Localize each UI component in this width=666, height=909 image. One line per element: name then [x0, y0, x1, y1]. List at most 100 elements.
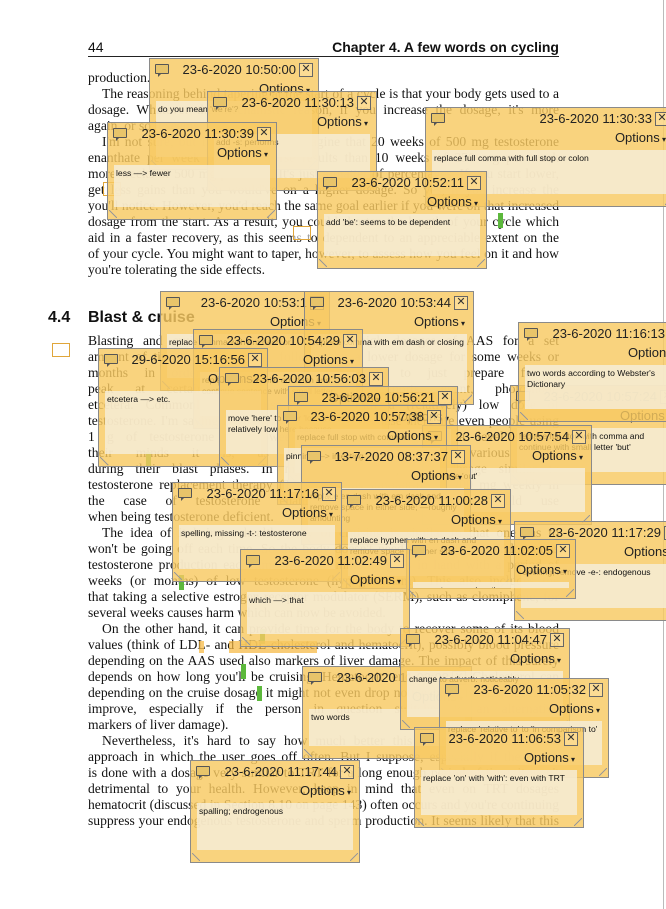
annotation-timestamp: 23-6-2020 10:57:54 [455, 429, 569, 444]
annotation-popup[interactable]: 23-6-2020 10:52:11 ✕ Options add 'be': s… [317, 171, 487, 269]
resize-handle[interactable] [464, 395, 472, 403]
options-dropdown[interactable]: Options [350, 572, 401, 587]
comment-icon [294, 392, 308, 405]
annotation-comment[interactable]: add 'be': seems to be dependent [324, 214, 480, 256]
close-icon[interactable]: ✕ [343, 334, 357, 348]
close-icon[interactable]: ✕ [322, 487, 336, 501]
resize-handle[interactable] [566, 589, 574, 597]
resize-handle[interactable] [174, 572, 182, 580]
options-dropdown[interactable]: Options [549, 701, 600, 716]
resize-handle[interactable] [520, 412, 528, 420]
close-icon[interactable]: ✕ [340, 765, 354, 779]
resize-handle[interactable] [304, 749, 312, 757]
options-dropdown[interactable]: Options [317, 114, 368, 129]
chapter-title: Chapter 4. A few words on cycling [332, 39, 559, 55]
annotation-popup[interactable]: 23-6-2020 11:06:53 ✕ Options replace 'on… [414, 727, 584, 828]
annotation-popup[interactable]: 23-6-2020 11:17:44 ✕ Options spalling; e… [190, 760, 360, 863]
note-icon[interactable] [52, 343, 70, 357]
resize-handle[interactable] [109, 210, 117, 218]
annotation-popup[interactable]: 23-6-2020 11:02:05 ✕ Options concert —> … [406, 539, 576, 599]
close-icon[interactable]: ✕ [427, 410, 441, 424]
options-dropdown[interactable]: Options [451, 512, 502, 527]
resize-handle[interactable] [350, 853, 358, 861]
header-rule [88, 56, 559, 57]
options-dropdown[interactable]: Options [628, 345, 666, 360]
close-icon[interactable]: ✕ [454, 296, 468, 310]
annotation-timestamp: 23-6-2020 11:16:13 [552, 326, 665, 341]
annotation-comment[interactable]: concert —> conjunction [413, 582, 569, 588]
close-icon[interactable]: ✕ [299, 63, 313, 77]
options-dropdown[interactable]: Options [411, 468, 462, 483]
close-icon[interactable]: ✕ [467, 176, 481, 190]
options-dropdown[interactable]: Options [217, 145, 268, 160]
annotation-comment[interactable]: which —> that [247, 592, 403, 634]
options-dropdown[interactable]: Options [532, 448, 583, 463]
annotation-timestamp: 23-6-2020 11:17:44 [224, 764, 337, 779]
close-icon[interactable]: ✕ [550, 633, 564, 647]
options-dropdown[interactable]: Options [303, 352, 354, 367]
comment-icon [347, 495, 361, 508]
close-icon[interactable]: ✕ [572, 430, 586, 444]
resize-handle[interactable] [402, 720, 410, 728]
annotation-timestamp: 23-6-2020 11:30:33 [539, 111, 652, 126]
options-dropdown[interactable]: Options [615, 130, 666, 145]
close-icon[interactable]: ✕ [357, 96, 371, 110]
close-icon[interactable]: ✕ [390, 554, 404, 568]
close-icon[interactable]: ✕ [655, 112, 666, 126]
resize-handle[interactable] [574, 818, 582, 826]
comment-icon [307, 451, 321, 464]
note-icon[interactable] [293, 226, 311, 240]
options-dropdown[interactable]: Options [624, 544, 666, 559]
annotation-timestamp: 23-6-2020 11:05:32 [473, 682, 586, 697]
comment-icon [196, 766, 210, 779]
options-dropdown[interactable]: Options [510, 651, 561, 666]
highlight-mark[interactable] [199, 641, 204, 653]
annotation-timestamp: 23-6-2020 10:52:11 [351, 175, 464, 190]
close-icon[interactable]: ✕ [248, 353, 262, 367]
close-icon[interactable]: ✕ [451, 450, 465, 464]
annotation-timestamp: 23-6-2020 11:17:16 [206, 486, 319, 501]
comment-icon [104, 354, 118, 367]
resize-handle[interactable] [221, 457, 229, 465]
resize-handle[interactable] [242, 637, 250, 645]
annotation-comment[interactable]: two words according to Webster's Diction… [525, 365, 666, 409]
close-icon[interactable]: ✕ [257, 127, 271, 141]
comment-icon [406, 634, 420, 647]
annotation-timestamp: 23-6-2020 10:53:44 [337, 295, 451, 310]
annotation-comment[interactable]: replace 'on' with 'with': even with TRT [421, 770, 577, 815]
close-icon[interactable]: ✕ [564, 732, 578, 746]
annotation-timestamp: 23-6-2020 11:02:49 [274, 553, 387, 568]
annotation-popup[interactable]: 23-6-2020 11:30:39 ✕ Options less —> few… [107, 122, 277, 220]
options-dropdown[interactable]: Options [427, 194, 478, 209]
annotation-popup[interactable]: 23-6-2020 11:02:49 ✕ Options which —> th… [240, 549, 410, 647]
options-dropdown[interactable]: Options [387, 428, 438, 443]
comment-icon [246, 555, 260, 568]
annotation-comment[interactable]: spalling; endrogenous [197, 803, 353, 850]
options-dropdown[interactable]: Options [516, 562, 567, 577]
close-icon[interactable]: ✕ [491, 494, 505, 508]
insert-mark[interactable] [498, 213, 503, 228]
comment-icon [310, 297, 324, 310]
resize-handle[interactable] [416, 818, 424, 826]
resize-handle[interactable] [319, 259, 327, 267]
comment-icon [323, 177, 337, 190]
comment-icon [225, 373, 239, 386]
resize-handle[interactable] [477, 259, 485, 267]
resize-handle[interactable] [192, 853, 200, 861]
options-dropdown[interactable]: Options [414, 314, 465, 329]
resize-handle[interactable] [100, 457, 108, 465]
resize-handle[interactable] [599, 768, 607, 776]
insert-mark[interactable] [241, 664, 246, 679]
insert-mark[interactable] [257, 686, 262, 701]
resize-handle[interactable] [267, 210, 275, 218]
close-icon[interactable]: ✕ [369, 372, 383, 386]
options-dropdown[interactable]: Options [282, 505, 333, 520]
options-dropdown[interactable]: Options [524, 750, 575, 765]
annotation-comment[interactable]: less —> fewer [114, 165, 270, 207]
resize-handle[interactable] [516, 611, 524, 619]
options-dropdown[interactable]: Options [300, 783, 351, 798]
close-icon[interactable]: ✕ [438, 391, 452, 405]
close-icon[interactable]: ✕ [556, 544, 570, 558]
close-icon[interactable]: ✕ [589, 683, 603, 697]
annotation-popup[interactable]: 23-6-2020 11:16:13 ✕ Options two words a… [518, 322, 666, 422]
